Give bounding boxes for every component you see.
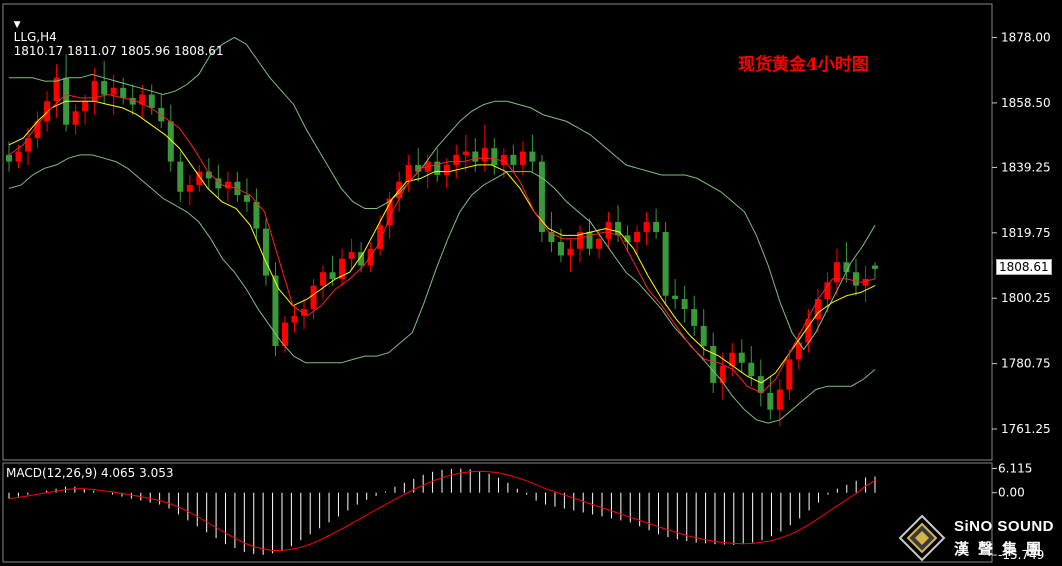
candle-body (681, 299, 688, 310)
dropdown-triangle-icon[interactable]: ▼ (14, 20, 21, 30)
candle-body (852, 272, 859, 286)
candle-body (472, 151, 479, 162)
bollinger-lower-line (8, 154, 876, 424)
candle-body (519, 151, 526, 165)
candle-body (596, 238, 603, 249)
candle-body (120, 87, 127, 98)
candle-body (700, 325, 707, 346)
candle-body (719, 366, 726, 383)
candle-body (15, 151, 22, 162)
candle-body (500, 154, 507, 165)
current-price-label: 1808.61 (996, 259, 1052, 275)
ma-slow-line (8, 100, 876, 384)
candle-body (6, 154, 12, 162)
symbol-label: LLG,H4 (13, 30, 57, 44)
candle-body (462, 151, 469, 155)
candle-body (110, 87, 117, 95)
ohlc-readout: 1810.17 1811.07 1805.96 1808.61 (13, 44, 224, 58)
price-chart (6, 36, 878, 427)
candle-body (405, 164, 412, 182)
candle-body (672, 295, 679, 300)
macd-label: MACD(12,26,9) 4.065 3.053 (6, 466, 174, 480)
price-axis: 1878.00 1858.50 1839.25 1819.75 1800.25 1780.… (992, 31, 1051, 562)
logo: SiNO SOUND 漢聲集團 (898, 514, 1058, 562)
candle-body (510, 154, 517, 165)
price-tick-label: 1839.25 (1001, 160, 1051, 174)
chart-canvas: 1878.00 1858.50 1839.25 1819.75 1800.25 1780.… (2, 3, 1051, 563)
candle-body (586, 232, 593, 249)
candle-body (348, 252, 355, 259)
ma-fast-line (8, 93, 876, 394)
candle-body (643, 221, 650, 232)
candle-body (748, 362, 755, 377)
candle-body (148, 94, 155, 108)
candle-body (738, 352, 745, 363)
candle-body (776, 389, 783, 410)
candle-body (767, 392, 774, 410)
candle-body (529, 151, 536, 162)
candle-body (101, 81, 108, 95)
candle-body (872, 265, 878, 269)
candle-body (786, 359, 793, 390)
candle-body (281, 322, 288, 346)
macd-tick-label: 6.115 (998, 461, 1032, 475)
macd-chart (8, 468, 876, 555)
candle-body (481, 148, 488, 162)
candle-body (443, 164, 450, 175)
price-tick-label: 1858.50 (1001, 96, 1051, 110)
candle-body (557, 242, 564, 256)
price-tick-label: 1878.00 (1001, 31, 1051, 45)
candle-body (320, 272, 327, 286)
candle-body (653, 221, 660, 232)
candle-body (72, 111, 79, 125)
macd-tick-label: 0.00 (998, 486, 1025, 500)
price-tick-label: 1800.25 (1001, 291, 1051, 305)
candle-body (329, 272, 336, 279)
candle-body (82, 101, 89, 112)
logo-brand-cn: 漢聲集團 (954, 540, 1051, 558)
candle-body (691, 309, 698, 326)
candle-body (262, 228, 269, 276)
candle-body (177, 161, 184, 192)
price-tick-label: 1819.75 (1001, 226, 1051, 240)
candle-body (824, 282, 831, 300)
chart-title-cn: 现货黄金4小时图 (738, 55, 869, 75)
candle-body (662, 232, 669, 296)
header-bar: ▼ LLG,H4 1810.17 1811.07 1805.96 1808.61 (6, 2, 224, 58)
candle-body (253, 201, 260, 229)
bollinger-upper-line (9, 36, 876, 351)
price-tick-label: 1761.25 (1001, 422, 1051, 436)
diamond-logo-icon (898, 514, 946, 562)
candle-body (453, 154, 460, 165)
candle-body (310, 285, 317, 310)
candle-body (491, 148, 498, 165)
candle-body (186, 185, 193, 192)
candle-body (291, 315, 298, 323)
candle-body (710, 346, 717, 383)
candle-body (862, 278, 869, 286)
price-tick-label: 1780.75 (1001, 357, 1051, 371)
logo-brand: SiNO SOUND (954, 518, 1055, 535)
candle-body (243, 195, 250, 202)
candle-body (367, 248, 374, 266)
candle-body (634, 232, 641, 243)
candle-body (757, 376, 764, 393)
candle-body (567, 248, 574, 256)
